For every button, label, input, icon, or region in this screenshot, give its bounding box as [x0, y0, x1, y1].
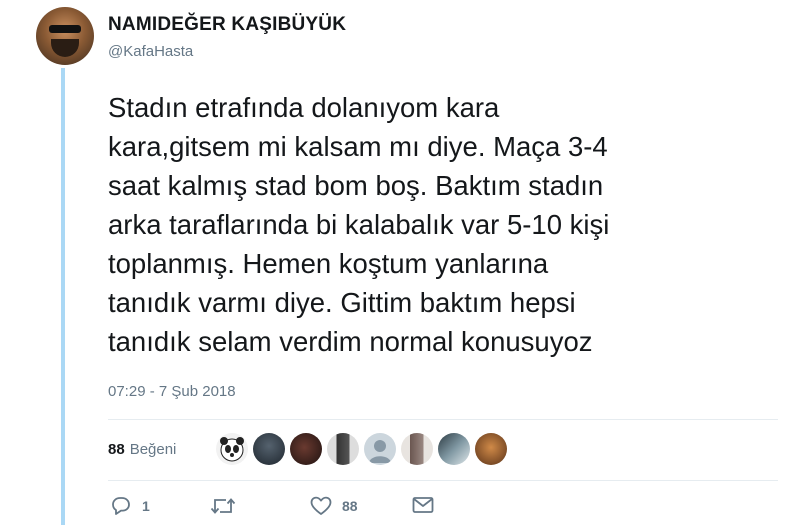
divider-top [108, 419, 778, 420]
likes-summary[interactable]: 88 Beğeni [108, 433, 176, 465]
direct-message-button[interactable] [412, 496, 434, 514]
envelope-icon [412, 497, 434, 513]
liker-avatar-2[interactable] [253, 433, 285, 465]
liker-avatar-6[interactable] [401, 433, 433, 465]
reply-icon [112, 497, 130, 515]
liker-avatar-4[interactable] [327, 433, 359, 465]
like-count: 88 [342, 498, 358, 514]
panda-icon [220, 437, 244, 462]
author-display-name[interactable]: NAMIDEĞER KAŞIBÜYÜK [108, 14, 346, 36]
tweet-actions: 1 88 [110, 496, 470, 520]
default-avatar-icon [369, 440, 391, 463]
divider-bottom [108, 480, 778, 481]
reply-button[interactable]: 1 [110, 496, 150, 516]
liker-avatar-1[interactable] [216, 433, 248, 465]
retweet-button[interactable] [210, 496, 246, 516]
liker-avatar-7[interactable] [438, 433, 470, 465]
reply-count: 1 [142, 498, 150, 514]
liker-avatar-3[interactable] [290, 433, 322, 465]
tweet-text: Stadın etrafında dolanıyom kara kara,git… [108, 92, 610, 357]
author-handle[interactable]: @KafaHasta [108, 43, 193, 60]
avatar-beard [51, 39, 79, 57]
thread-line [61, 68, 65, 525]
liker-avatar-list [216, 433, 507, 465]
likes-count: 88 [108, 440, 125, 458]
tweet-timestamp[interactable]: 07:29 - 7 Şub 2018 [108, 383, 236, 400]
retweet-icon [210, 498, 236, 514]
avatar-glasses [49, 25, 81, 33]
heart-icon [310, 496, 332, 515]
likes-label: Beğeni [129, 440, 177, 458]
like-button[interactable]: 88 [310, 496, 358, 516]
liker-avatar-5[interactable] [364, 433, 396, 465]
liker-avatar-8[interactable] [475, 433, 507, 465]
author-avatar[interactable] [36, 7, 94, 65]
